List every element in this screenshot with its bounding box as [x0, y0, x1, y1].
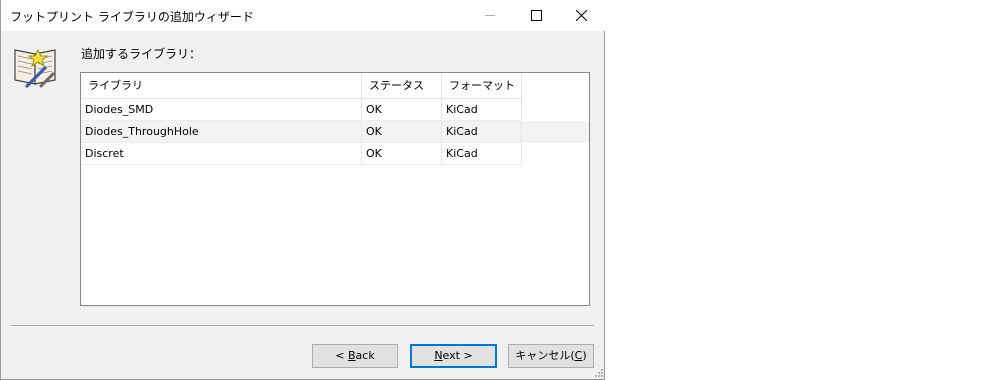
- back-label-mnemonic: B: [348, 349, 356, 362]
- status-cell: OK: [362, 99, 442, 121]
- library-cell: Diodes_ThroughHole: [81, 121, 362, 143]
- back-label-rest: ack: [355, 349, 375, 362]
- next-button[interactable]: Next >: [410, 344, 497, 368]
- cancel-button[interactable]: キャンセル(C): [508, 344, 594, 368]
- next-label-rest: ext >: [442, 349, 473, 362]
- library-cell: Discret: [81, 143, 362, 165]
- cancel-label-suffix: ): [582, 349, 587, 362]
- format-cell: KiCad: [442, 99, 522, 121]
- close-icon: [576, 10, 587, 21]
- library-cell: Diodes_SMD: [81, 99, 362, 121]
- table-row[interactable]: Diodes_SMD OK KiCad: [81, 99, 589, 121]
- column-header-format[interactable]: フォーマット: [442, 73, 522, 98]
- wizard-window: フットプリント ライブラリの追加ウィザード 追加するライブラリ： ライブラリ ス…: [0, 0, 605, 380]
- maximize-button[interactable]: [513, 0, 559, 31]
- format-cell: KiCad: [442, 121, 522, 143]
- status-cell: OK: [362, 121, 442, 143]
- minimize-button[interactable]: [467, 0, 513, 31]
- list-header: ライブラリ ステータス フォーマット: [81, 73, 522, 98]
- table-row[interactable]: Discret OK KiCad: [81, 143, 589, 165]
- back-button[interactable]: < Back: [312, 344, 398, 368]
- libraries-list[interactable]: ライブラリ ステータス フォーマット Diodes_SMD OK KiCad D…: [80, 72, 590, 306]
- table-row[interactable]: Diodes_ThroughHole OK KiCad: [81, 121, 589, 143]
- book-wand-icon: [14, 49, 56, 88]
- title-bar[interactable]: フットプリント ライブラリの追加ウィザード: [1, 0, 605, 31]
- back-label-prefix: <: [335, 349, 348, 362]
- column-header-library[interactable]: ライブラリ: [81, 73, 362, 98]
- column-header-status[interactable]: ステータス: [362, 73, 442, 98]
- minimize-icon: [485, 15, 495, 16]
- resize-grip-icon[interactable]: [594, 368, 604, 378]
- libraries-heading: 追加するライブラリ：: [81, 47, 202, 61]
- close-button[interactable]: [559, 0, 605, 31]
- footer-separator: [11, 325, 594, 326]
- cancel-label-text: キャンセル(: [515, 349, 575, 362]
- status-cell: OK: [362, 143, 442, 165]
- maximize-icon: [531, 10, 542, 21]
- format-cell: KiCad: [442, 143, 522, 165]
- next-label-mnemonic: N: [434, 349, 443, 362]
- window-title: フットプリント ライブラリの追加ウィザード: [10, 10, 254, 24]
